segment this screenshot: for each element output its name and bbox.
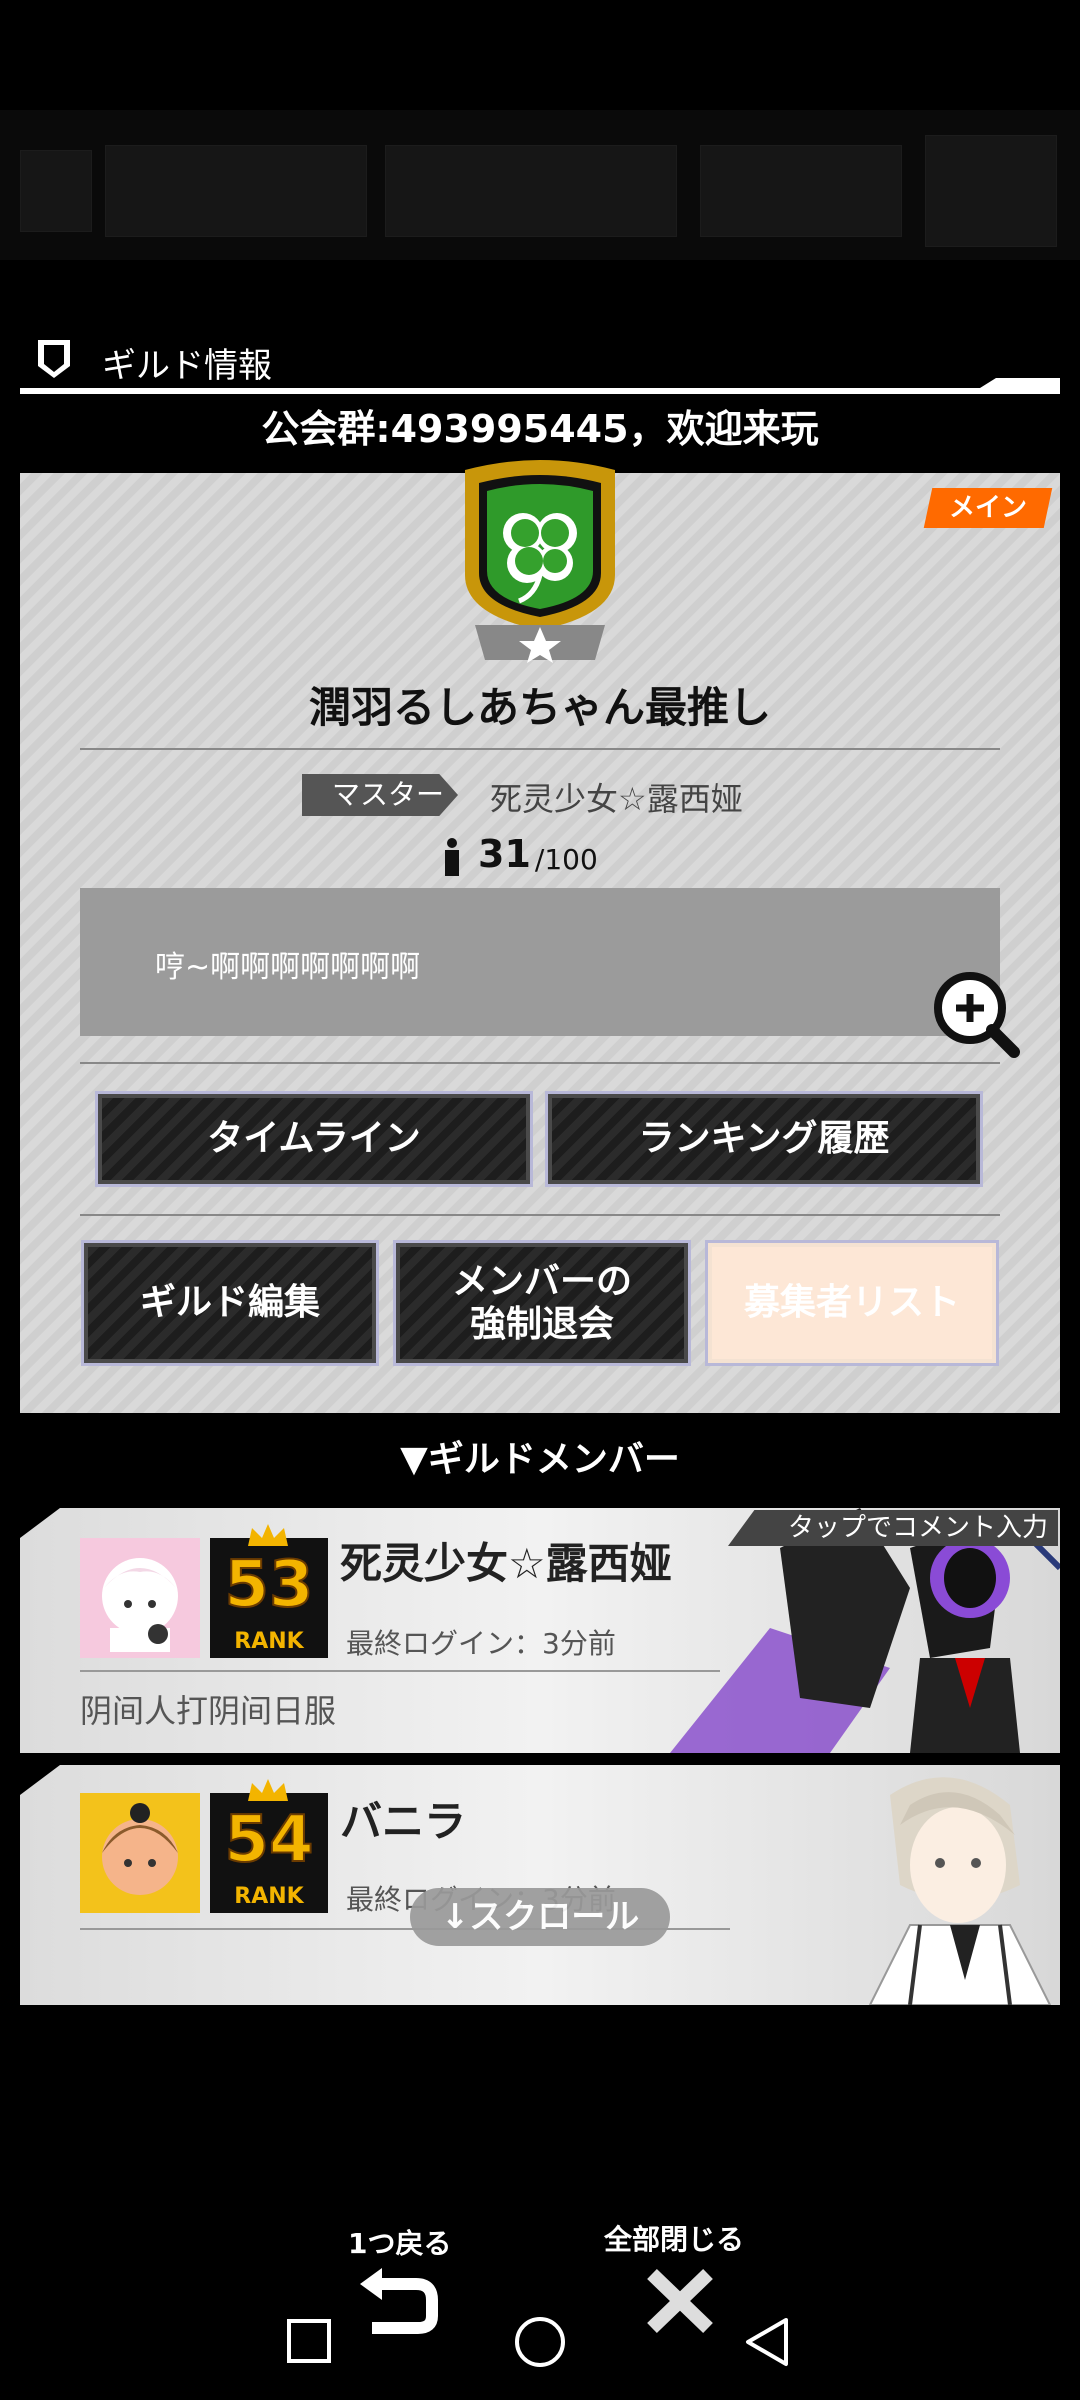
applicant-list-button[interactable]: 募集者リスト: [705, 1240, 999, 1366]
back-arrow-icon[interactable]: [360, 2266, 440, 2336]
recent-apps-icon[interactable]: [286, 2318, 332, 2364]
member-name: バニラ: [340, 1797, 467, 1846]
divider: [80, 748, 1000, 750]
tap-to-comment-hint: タップでコメント入力: [728, 1510, 1058, 1546]
member-name: 死灵少女☆露西娅: [340, 1539, 672, 1588]
header-divider: [20, 388, 1060, 394]
background-hud: [0, 110, 1080, 260]
crown-icon: [248, 1779, 288, 1801]
shield-icon: [38, 340, 70, 378]
master-tag: マスター: [302, 774, 458, 816]
member-count-max: /100: [534, 843, 598, 876]
guild-notice: 公会群:493995445，欢迎来玩: [261, 407, 819, 451]
guild-members-heading: ▼ギルドメンバー: [400, 1439, 680, 1480]
master-name: 死灵少女☆露西娅: [490, 780, 743, 818]
timeline-button[interactable]: タイムライン: [95, 1091, 533, 1187]
scroll-hint: ↓スクロール: [410, 1888, 670, 1946]
divider: [80, 1670, 720, 1672]
ranking-history-button[interactable]: ランキング履歴: [545, 1091, 983, 1187]
member-avatar: [80, 1538, 200, 1658]
rank-badge: 54 RANK: [210, 1779, 328, 1913]
zoom-in-icon[interactable]: [930, 968, 1020, 1058]
guild-edit-button[interactable]: ギルド編集: [81, 1240, 379, 1366]
rank-badge: 53 RANK: [210, 1524, 328, 1658]
member-character-art: [868, 1777, 1052, 2005]
close-icon[interactable]: [640, 2266, 720, 2336]
main-guild-badge: メイン: [923, 488, 1053, 528]
member-count: 31 /100: [442, 826, 598, 876]
member-count-current: 31: [478, 832, 531, 876]
close-all-label: 全部閉じる: [604, 2223, 745, 2256]
crown-icon: [248, 1524, 288, 1546]
divider: [80, 1062, 1000, 1064]
member-last-login: 最終ログイン：3分前: [346, 1627, 616, 1660]
member-avatar: [80, 1793, 200, 1913]
page-title: ギルド情報: [102, 346, 272, 386]
divider: [80, 1214, 1000, 1216]
home-icon[interactable]: [514, 2316, 566, 2368]
header-line-tip: [980, 378, 1060, 388]
person-icon: [445, 838, 459, 876]
kick-member-button[interactable]: メンバーの 強制退会: [393, 1240, 691, 1366]
member-comment: 阴间人打阴间日服: [80, 1692, 337, 1730]
guild-description: 哼~啊啊啊啊啊啊啊: [155, 950, 421, 985]
clover-emblem-icon: [465, 460, 615, 663]
back-icon[interactable]: [744, 2316, 790, 2368]
back-label: 1つ戻る: [348, 2227, 452, 2260]
guild-name: 潤羽るしあちゃん最推し: [308, 683, 771, 732]
